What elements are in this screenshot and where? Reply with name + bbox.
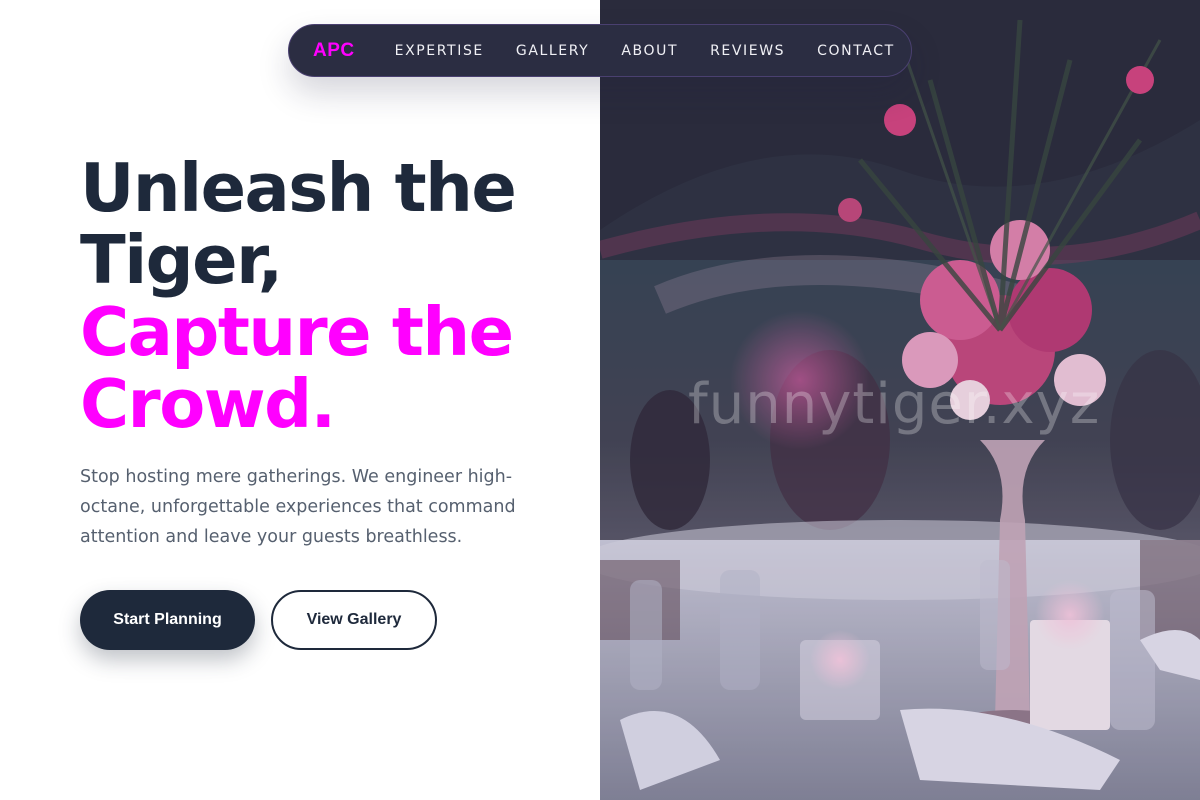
headline-line-4: Crowd. [80,365,336,443]
headline-line-1: Unleash the [80,149,517,227]
hero-photo: funnytiger.xyz [600,0,1200,800]
hero-lead-text: Stop hosting mere gatherings. We enginee… [80,467,516,547]
view-gallery-button[interactable]: View Gallery [271,590,437,650]
hero-headline: Unleash the Tiger, Capture the Crowd. [80,152,580,440]
brand-logo[interactable]: APC [313,40,355,62]
nav-link-gallery[interactable]: GALLERY [516,43,589,59]
headline-line-2: Tiger, [80,221,283,299]
nav-link-expertise[interactable]: EXPERTISE [395,43,484,59]
headline-line-3: Capture the [80,293,514,371]
nav-link-reviews[interactable]: REVIEWS [710,43,785,59]
start-planning-button[interactable]: Start Planning [80,590,255,650]
nav-link-contact[interactable]: CONTACT [817,43,895,59]
nav-link-about[interactable]: ABOUT [621,43,678,59]
watermark: funnytiger.xyz [688,372,1101,437]
main-nav: APC EXPERTISE GALLERY ABOUT REVIEWS CONT… [288,24,912,77]
